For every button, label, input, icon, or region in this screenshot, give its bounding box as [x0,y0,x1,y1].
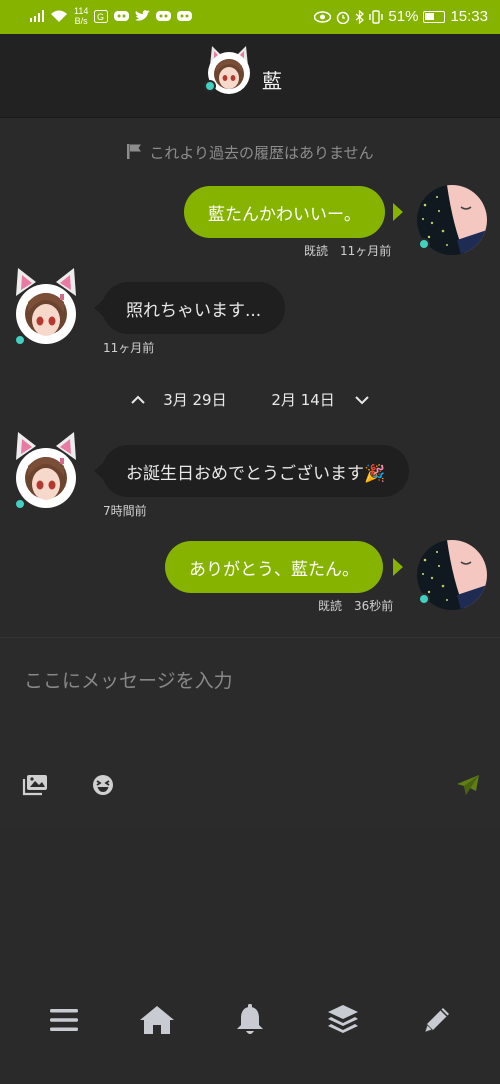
header-avatar[interactable] [204,46,252,94]
date-navigation: 3月 29日 2月 14日 [0,389,500,410]
layers-button[interactable] [313,990,373,1050]
home-button[interactable] [127,990,187,1050]
layers-icon [328,1005,358,1033]
laughing-face-icon [93,775,113,795]
clock: 15:33 [450,8,488,25]
bluetooth-icon [355,9,365,24]
emoji-button[interactable] [88,770,118,800]
online-status-dot [14,498,26,510]
wifi-icon [51,10,67,22]
bubble-tail [393,558,403,576]
signal-icon [30,10,44,22]
header-title: 藍 [262,69,282,93]
date-next-label: 2月 14日 [271,391,335,409]
online-status-dot [418,593,430,605]
message-composer [0,637,500,827]
battery-percent: 51% [388,8,419,25]
discord-icon [114,11,130,21]
status-bar: 114 B/s G 51% 15:33 [0,0,500,34]
discord-icon-2 [156,11,172,21]
history-notice-text: これより過去の履歴はありません [149,144,374,162]
net-speed-value: 114 [74,6,89,16]
vibrate-icon [369,9,384,24]
message-text: ありがとう、藍たん。 [189,559,359,580]
message-meta: 既読 36秒前 [318,599,394,613]
chevron-down-icon [355,396,369,405]
eye-icon [314,10,332,23]
message-meta: 既読 11ヶ月前 [304,244,392,258]
flag-icon [127,144,142,159]
date-next-button[interactable]: 2月 14日 [261,391,369,409]
message-bubble-sent[interactable]: ありがとう、藍たん。 [165,541,383,593]
history-notice: これより過去の履歴はありません [0,142,500,163]
chat-header: 藍 [0,34,500,118]
date-prev-label: 3月 29日 [163,391,227,409]
message-input[interactable] [24,666,464,696]
attach-media-button[interactable] [20,770,50,800]
twitter-icon [135,10,151,21]
network-speed: 114 B/s [74,6,88,26]
bubble-tail [393,203,403,221]
message-text: お誕生日おめでとうございます🎉 [126,463,386,484]
svg-text:G: G [97,12,104,22]
my-avatar[interactable] [417,185,487,255]
status-left: 114 B/s G [30,6,193,26]
message-meta: 7時間前 [103,504,147,518]
battery-icon [423,10,446,23]
translate-icon: G [94,9,109,23]
bottom-navigation [0,990,500,1050]
discord-icon-3 [177,11,193,21]
pencil-icon [425,1008,449,1032]
online-status-dot [14,334,26,346]
compose-button[interactable] [407,990,467,1050]
net-speed-unit: B/s [74,16,88,26]
date-prev-button[interactable]: 3月 29日 [131,391,236,409]
partner-avatar[interactable] [14,430,78,512]
image-gallery-icon [22,775,47,796]
message-bubble-received[interactable]: お誕生日おめでとうございます🎉 [102,445,410,497]
online-status-dot [418,238,430,250]
send-button[interactable] [453,770,483,800]
paper-plane-icon [457,775,479,795]
message-meta: 11ヶ月前 [103,341,155,355]
status-right: 51% 15:33 [314,8,488,25]
message-text: 藍たんかわいいー。 [208,204,361,225]
my-avatar[interactable] [417,540,487,610]
menu-button[interactable] [34,990,94,1050]
home-icon [140,1006,174,1034]
message-text: 照れちゃいます... [126,300,262,321]
alarm-icon [337,11,350,24]
notifications-button[interactable] [220,990,280,1050]
partner-avatar[interactable] [14,266,78,348]
chevron-up-icon [131,395,145,404]
hamburger-menu-icon [50,1009,78,1031]
message-bubble-received[interactable]: 照れちゃいます... [102,282,286,334]
online-status-dot [204,80,216,92]
message-bubble-sent[interactable]: 藍たんかわいいー。 [184,186,385,238]
bell-icon [237,1004,263,1034]
